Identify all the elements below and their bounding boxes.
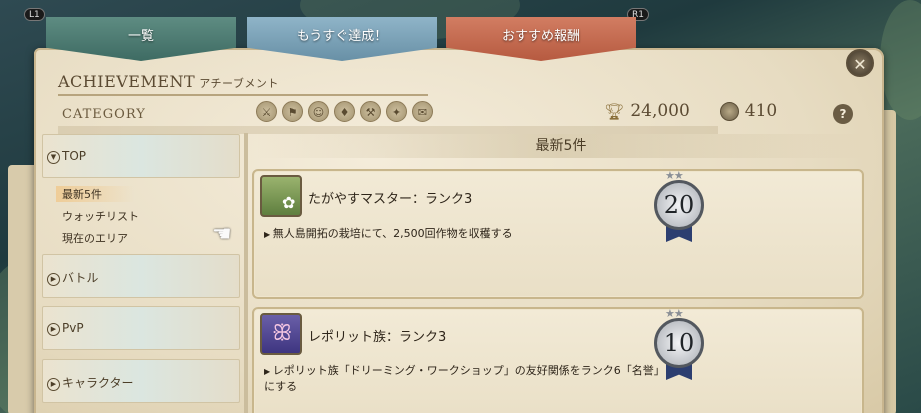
items-icon[interactable]: ♦ [334, 101, 355, 122]
sidebar-sub-latest[interactable]: 最新5件 [56, 186, 134, 202]
sidebar-sub-current-area[interactable]: 現在のエリア [62, 230, 128, 246]
chevron-right-icon: ▶ [47, 323, 60, 336]
points-badge: 20 ★★ [652, 169, 706, 242]
l1-button-hint: L1 [24, 8, 45, 21]
achievement-card[interactable]: たがやすマスター：ランク3 無人島開拓の栽培にて、2,500回作物を収穫する [252, 169, 864, 299]
sidebar-item-label: バトル [62, 271, 99, 285]
window-subtitle: アチーブメント [199, 77, 279, 90]
sidebar-item-top[interactable]: ▼ TOP [42, 134, 240, 178]
character-icon[interactable]: ☺ [308, 101, 329, 122]
pvp-icon[interactable]: ⚑ [282, 101, 303, 122]
badge-points: 10 [654, 318, 704, 368]
achievement-card[interactable]: レポリット族：ランク3 レポリット族「ドリーミング・ワークショップ」の友好関係を… [252, 307, 864, 413]
crop-harvest-icon [260, 175, 302, 217]
achievement-name: たがやすマスター：ランク3 [308, 192, 473, 207]
title-divider [58, 94, 428, 96]
achievement-points: 24,000 [630, 101, 690, 121]
window-title-text: ACHIEVEMENT [58, 72, 196, 91]
loporrit-icon [260, 313, 302, 355]
window-title: ACHIEVEMENT アチーブメント [58, 72, 279, 91]
badge-stars: ★★ [665, 307, 684, 320]
sidebar-item-label: PvP [62, 321, 84, 335]
category-label: CATEGORY [62, 107, 146, 122]
chevron-right-icon: ▶ [47, 378, 60, 391]
sidebar-item-battle[interactable]: ▶ バトル [42, 254, 240, 298]
points-badge: 10 ★★ [652, 307, 706, 380]
badge-points: 20 [654, 180, 704, 230]
sidebar-item-pvp[interactable]: ▶ PvP [42, 306, 240, 350]
achievement-description: レポリット族「ドリーミング・ワークショップ」の友好関係をランク6「名誉」にする [264, 363, 664, 394]
help-icon[interactable]: ? [833, 104, 853, 124]
quests-icon[interactable]: ✉ [412, 101, 433, 122]
crafting-icon[interactable]: ⚒ [360, 101, 381, 122]
sidebar-item-label: キャラクター [62, 376, 134, 390]
chevron-right-icon: ▶ [47, 273, 60, 286]
battle-icon[interactable]: ⚔ [256, 101, 277, 122]
category-bar [58, 126, 718, 134]
badge-stars: ★★ [665, 169, 684, 182]
exploration-icon[interactable]: ✦ [386, 101, 407, 122]
sidebar-sub-watchlist[interactable]: ウォッチリスト [62, 208, 139, 224]
sidebar-item-label: TOP [62, 149, 87, 163]
achievement-name: レポリット族：ランク3 [308, 330, 447, 345]
coin-icon [719, 101, 739, 121]
list-title: 最新5件 [256, 134, 866, 158]
close-icon[interactable]: ✕ [846, 49, 874, 77]
category-icons: ⚔ ⚑ ☺ ♦ ⚒ ✦ ✉ [256, 101, 433, 122]
sidebar-item-character[interactable]: ▶ キャラクター [42, 359, 240, 403]
sidebar-divider [244, 133, 248, 413]
trophy-icon: 🏆︎ [604, 101, 625, 121]
points-display: 🏆︎ 24,000 410 [604, 101, 777, 121]
chevron-down-icon: ▼ [47, 151, 60, 164]
pointer-hand-icon: ☚ [212, 222, 232, 247]
coin-count: 410 [744, 101, 778, 121]
achievement-description: 無人島開拓の栽培にて、2,500回作物を収穫する [264, 226, 664, 242]
